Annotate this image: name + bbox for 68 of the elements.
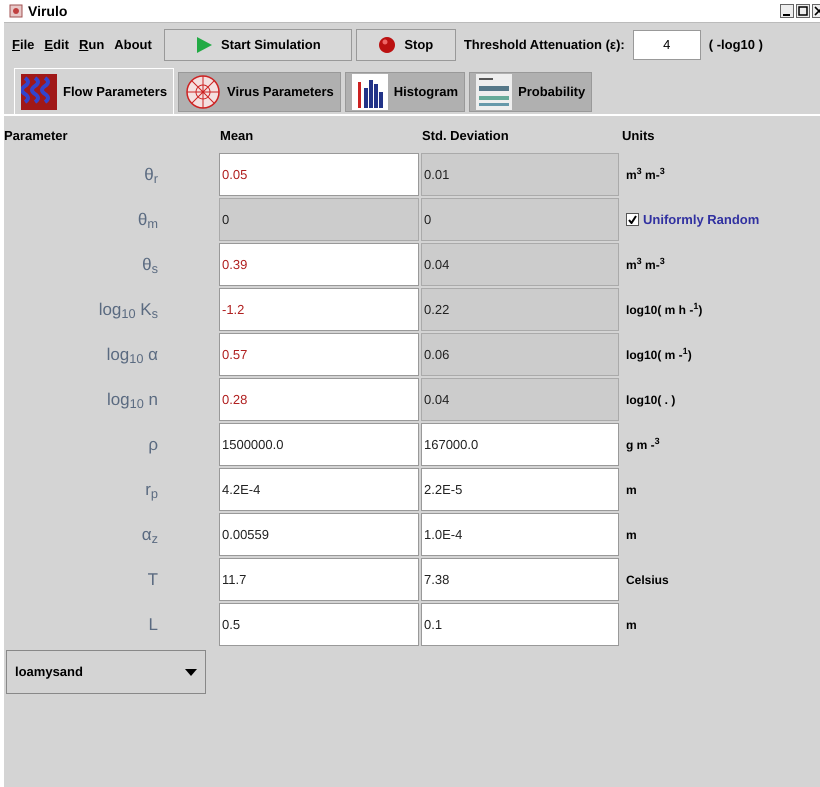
- unit-label: m$^{3}$ m-$^{3}$: [626, 256, 665, 274]
- parameter-symbol: T: [148, 568, 158, 591]
- mean-field[interactable]: 4.2E-4: [219, 468, 419, 511]
- threshold-unit: ( -log10 ): [708, 36, 763, 54]
- unit-label: log10( m -$^{1}$): [626, 346, 692, 364]
- checkmark-icon: [628, 215, 637, 224]
- soil-type-dropdown[interactable]: loamysand: [6, 650, 206, 694]
- table-icon: [476, 74, 512, 110]
- parameter-symbol: r$_{p}$: [145, 478, 158, 502]
- unit-label: g m -$^{3}$: [626, 436, 660, 454]
- std-deviation-field[interactable]: 7.38: [421, 558, 619, 601]
- menu-item[interactable]: Edit: [44, 34, 69, 54]
- parameter-symbol: θ$_{s}$: [142, 254, 158, 278]
- app-icon: [8, 3, 24, 19]
- parameter-symbol: θ$_{r}$: [144, 164, 158, 188]
- parameter-symbol: α$_{z}$: [142, 524, 158, 548]
- maximize-icon[interactable]: [796, 4, 810, 18]
- mean-field[interactable]: 0.57: [219, 333, 419, 376]
- std-deviation-field[interactable]: 167000.0: [421, 423, 619, 466]
- virus-icon: [185, 74, 222, 110]
- stop-button[interactable]: Stop: [356, 28, 456, 60]
- minimize-icon[interactable]: [780, 4, 794, 18]
- mean-field[interactable]: 0.28: [219, 378, 419, 421]
- unit-label: Celsius: [626, 572, 669, 588]
- menu-item[interactable]: About: [114, 34, 152, 54]
- histogram-icon: [352, 74, 388, 110]
- mean-field[interactable]: 0.39: [219, 243, 419, 286]
- mean-field[interactable]: 0.05: [219, 153, 419, 196]
- parameter-symbol: L: [148, 614, 158, 636]
- std-deviation-field[interactable]: 0.1: [421, 603, 619, 646]
- window-title: Virulo: [28, 2, 68, 20]
- checkbox[interactable]: [626, 213, 639, 226]
- start-simulation-button[interactable]: Start Simulation: [164, 28, 352, 60]
- parameter-symbol: log$_{10}$ α: [106, 344, 158, 368]
- dropdown-caret-icon: [185, 668, 197, 676]
- threshold-label: Threshold Attenuation (ε):: [464, 36, 625, 54]
- parameter-symbol: log$_{10}$ n: [106, 388, 158, 412]
- mean-field[interactable]: -1.2: [219, 288, 419, 331]
- parameter-symbol: θ$_{m}$: [138, 208, 158, 232]
- mean-field[interactable]: 0.00559: [219, 513, 419, 556]
- parameter-symbol: ρ: [148, 434, 158, 456]
- mean-header: Mean: [220, 127, 254, 145]
- unit-label: m: [626, 482, 637, 498]
- mean-field[interactable]: 0.5: [219, 603, 419, 646]
- unit-label: m: [626, 616, 637, 634]
- unit-label: m: [626, 526, 637, 544]
- std-deviation-header: Std. Deviation: [422, 127, 509, 145]
- tab[interactable]: Flow Parameters: [14, 68, 174, 114]
- threshold-field[interactable]: 4: [632, 30, 701, 60]
- checkbox-label[interactable]: Uniformly Random: [643, 210, 760, 230]
- parameter-symbol: log$_{10}$ K$_{s}$: [98, 298, 158, 322]
- menu-item[interactable]: Run: [78, 34, 104, 54]
- unit-label: m$^{3}$ m-$^{3}$: [626, 166, 665, 184]
- unit-label: log10( . ): [626, 392, 676, 408]
- parameter-header: Parameter: [4, 127, 68, 145]
- tab[interactable]: Probability: [469, 72, 592, 112]
- play-icon: [194, 36, 213, 54]
- unit-label: log10( m h -$^{1}$): [626, 300, 702, 318]
- units-header: Units: [622, 127, 654, 145]
- mean-field[interactable]: 1500000.0: [219, 423, 419, 466]
- tab[interactable]: Virus Parameters: [178, 72, 341, 112]
- tab[interactable]: Histogram: [344, 72, 466, 112]
- menu-item[interactable]: File: [12, 34, 34, 54]
- std-deviation-field[interactable]: 2.2E-5: [421, 468, 619, 511]
- stop-icon: [378, 36, 396, 54]
- mean-field[interactable]: 11.7: [219, 558, 419, 601]
- waves-icon: [21, 74, 57, 110]
- std-deviation-field[interactable]: 1.0E-4: [421, 513, 619, 556]
